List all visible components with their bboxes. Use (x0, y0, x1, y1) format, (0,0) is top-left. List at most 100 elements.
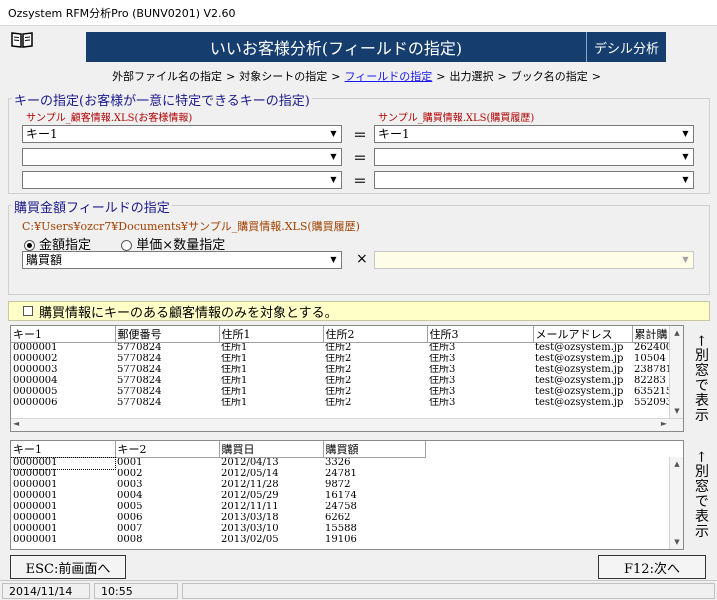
scroll-right-icon[interactable]: ► (661, 419, 667, 428)
open-purchase-window-button[interactable]: ←別窓で表示 (688, 440, 714, 550)
table-cell: 552093 (634, 397, 673, 408)
table-row[interactable]: 0000004 5770824 住所1 住所2 住所3 test@ozsystem.jp 8… (11, 376, 674, 387)
amount-field-select[interactable]: 購買額 ▼ (22, 251, 342, 269)
breadcrumb-separator: > (331, 70, 341, 83)
breadcrumb-step-book[interactable]: ブック名の指定 (511, 70, 588, 83)
table-cell: 住所2 (325, 353, 352, 364)
only-keyed-customers-checkbox[interactable] (23, 306, 33, 316)
table-row[interactable]: 0000002 5770824 住所1 住所2 住所3 test@ozsystem.jp 1… (11, 354, 674, 365)
customer-column-header[interactable]: 累計購 (632, 326, 675, 343)
quantity-field-select[interactable]: ▼ (374, 251, 694, 269)
chevron-down-icon[interactable]: ▼ (678, 149, 693, 165)
table-cell: 住所3 (429, 364, 456, 375)
breadcrumb-step-output[interactable]: 出力選択 (450, 70, 494, 83)
customer-column-header[interactable]: メールアドレス (533, 326, 633, 343)
customer-column-header[interactable]: キー1 (11, 326, 116, 343)
radio-unit-quantity[interactable] (121, 240, 133, 251)
scroll-down-icon[interactable]: ▼ (670, 404, 683, 418)
table-row[interactable]: 0000001 0008 2013/02/05 19106 (11, 535, 669, 546)
purchase-rows: 0000001 0001 2012/04/13 3326 0000001 0002 2012… (11, 456, 669, 546)
purchase-key-select-1[interactable]: キー1 ▼ (374, 125, 694, 143)
table-cell: 住所1 (221, 397, 248, 408)
table-row[interactable]: 0000006 5770824 住所1 住所2 住所3 test@ozsystem.jp 5… (11, 398, 674, 409)
customer-column-header[interactable]: 住所3 (427, 326, 534, 343)
amount-field-value: 購買額 (26, 253, 63, 267)
table-cell: 2013/02/05 (221, 534, 279, 545)
only-keyed-customers-label: 購買情報にキーのある顧客情報のみを対象とする。 (39, 305, 338, 321)
chevron-down-icon[interactable]: ▼ (326, 126, 341, 142)
breadcrumb-step-field[interactable]: フィールドの指定 (345, 70, 433, 83)
purchase-key-select-3[interactable]: ▼ (374, 171, 694, 189)
status-time: 10:55 (94, 583, 178, 599)
next-button[interactable]: F12:次へ (598, 555, 706, 579)
table-cell: 2013/03/10 (221, 523, 279, 534)
customer-horizontal-scrollbar[interactable]: ◄ ► (11, 418, 683, 431)
scroll-up-icon[interactable]: ▲ (670, 457, 683, 471)
customer-key-select-1[interactable]: キー1 ▼ (22, 125, 342, 143)
scroll-down-icon[interactable]: ▼ (670, 535, 683, 549)
table-cell: 0000004 (13, 375, 58, 386)
purchase-column-header[interactable]: 購買日 (219, 441, 324, 458)
purchase-vertical-scrollbar[interactable]: ▲ ▼ (669, 457, 683, 549)
purchase-grid[interactable]: キー1 キー2 購買日 購買額 0000001 0001 2012/04/13 3326 00… (10, 440, 684, 550)
purchase-key-select-2[interactable]: ▼ (374, 148, 694, 166)
scroll-up-icon[interactable]: ▲ (670, 326, 683, 340)
table-cell: 24758 (325, 501, 357, 512)
table-row[interactable]: 0000001 0006 2013/03/18 6262 (11, 513, 669, 524)
customer-grid[interactable]: キー1 郵便番号 住所1 住所2 住所3 メールアドレス 累計購 0000001 577082… (10, 325, 684, 432)
only-keyed-customers-row[interactable]: 購買情報にキーのある顧客情報のみを対象とする。 (8, 301, 710, 321)
table-cell: 住所1 (221, 342, 248, 354)
table-row[interactable]: 0000001 0003 2012/11/28 9872 (11, 480, 669, 491)
table-cell: 9872 (325, 479, 351, 490)
table-row[interactable]: 0000001 0002 2012/05/14 24781 (11, 469, 669, 480)
purchase-column-header[interactable]: キー2 (115, 441, 220, 458)
purchase-column-header[interactable]: 購買額 (323, 441, 426, 458)
table-cell: 0004 (117, 490, 143, 501)
table-row[interactable]: 0000001 0004 2012/05/29 16174 (11, 491, 669, 502)
table-cell: test@ozsystem.jp (535, 397, 624, 408)
customer-key-select-2[interactable]: ▼ (22, 148, 342, 166)
purchase-header-row: キー1 キー2 購買日 購買額 (11, 441, 669, 458)
table-cell: 2013/03/18 (221, 512, 279, 523)
table-row[interactable]: 0000005 5770824 住所1 住所2 住所3 test@ozsystem.jp 6… (11, 387, 674, 398)
table-row[interactable]: 0000001 0005 2012/11/11 24758 (11, 502, 669, 513)
customer-column-header[interactable]: 郵便番号 (115, 326, 220, 343)
table-cell: 2012/11/11 (221, 501, 279, 512)
breadcrumb-step-sheet[interactable]: 対象シートの指定 (239, 70, 327, 83)
table-cell: 5770824 (117, 386, 162, 397)
purchase-table: キー1 キー2 購買日 購買額 0000001 0001 2012/04/13 3326 00… (11, 441, 669, 546)
table-cell: 住所2 (325, 386, 352, 397)
chevron-down-icon[interactable]: ▼ (678, 172, 693, 188)
table-row[interactable]: 0000001 0007 2013/03/10 15588 (11, 524, 669, 535)
purchase-key-value-1: キー1 (378, 127, 410, 141)
customer-vertical-scrollbar[interactable]: ▲ ▼ (669, 326, 683, 419)
chevron-down-icon[interactable]: ▼ (326, 172, 341, 188)
scroll-left-icon[interactable]: ◄ (13, 419, 19, 428)
table-cell: 5770824 (117, 375, 162, 386)
purchase-column-header[interactable]: キー1 (11, 441, 116, 458)
decile-analysis-button[interactable]: デシル分析 (586, 32, 666, 62)
table-cell: 0000001 (13, 523, 58, 534)
book-icon (10, 30, 34, 50)
open-customer-window-button[interactable]: ←別窓で表示 (688, 325, 714, 432)
table-cell: 0002 (117, 468, 143, 479)
equals-sign: = (353, 125, 367, 144)
table-cell: 5770824 (117, 397, 162, 408)
breadcrumb-step-file[interactable]: 外部ファイル名の指定 (112, 70, 222, 83)
equals-sign: = (353, 148, 367, 167)
customer-column-header[interactable]: 住所2 (323, 326, 428, 343)
customer-column-header[interactable]: 住所1 (219, 326, 324, 343)
chevron-down-icon[interactable]: ▼ (326, 149, 341, 165)
table-cell: 15588 (325, 523, 357, 534)
back-button[interactable]: ESC:前画面へ (10, 555, 126, 579)
table-cell: 2012/11/28 (221, 479, 279, 490)
chevron-down-icon[interactable]: ▼ (678, 126, 693, 142)
radio-amount[interactable] (24, 240, 35, 251)
customer-key-select-3[interactable]: ▼ (22, 171, 342, 189)
window-title: Ozsystem RFM分析Pro (BUNV0201) V2.60 (8, 7, 236, 20)
table-cell: test@ozsystem.jp (535, 353, 624, 364)
table-row[interactable]: 0000003 5770824 住所1 住所2 住所3 test@ozsystem.jp 2… (11, 365, 674, 376)
table-row[interactable]: 0000001 0001 2012/04/13 3326 (11, 456, 669, 470)
chevron-down-icon[interactable]: ▼ (326, 252, 341, 268)
table-row[interactable]: 0000001 5770824 住所1 住所2 住所3 test@ozsystem.jp 2… (11, 343, 674, 354)
